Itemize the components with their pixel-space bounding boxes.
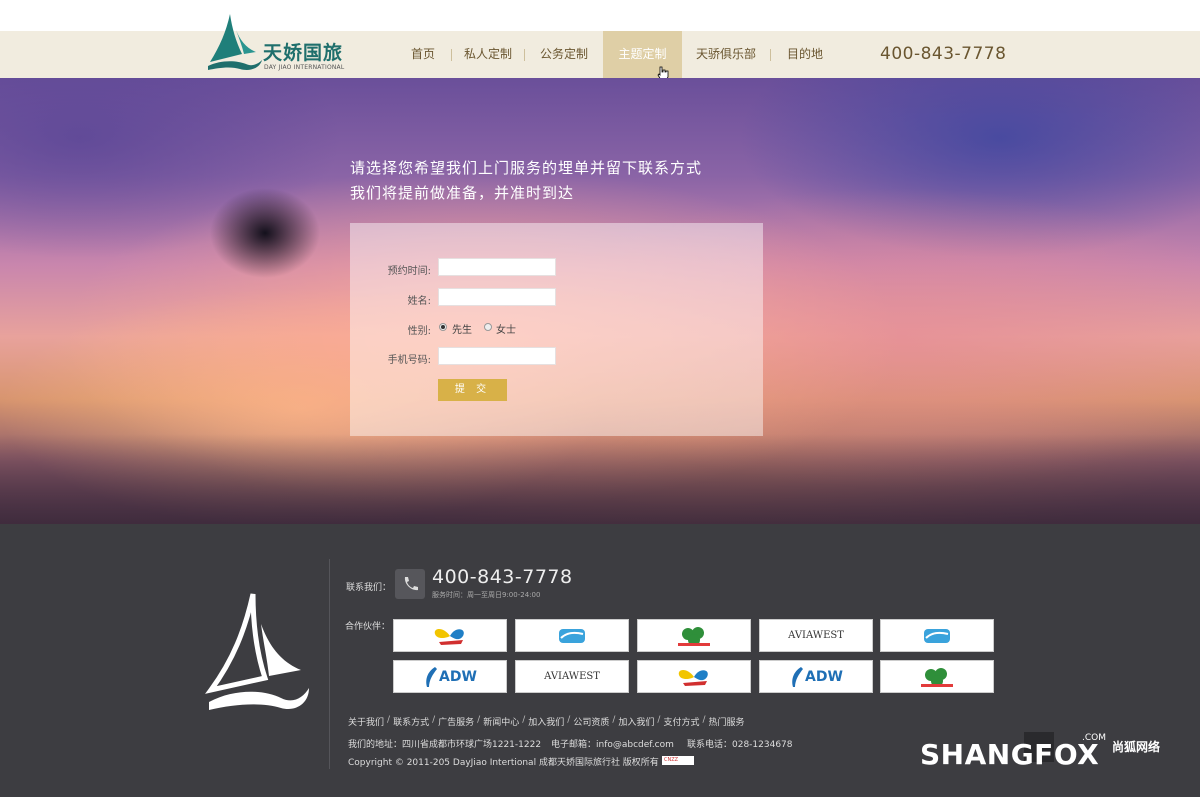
- footer-copyright: Copyright © 2011-205 DayJiao Intertional…: [348, 758, 659, 768]
- partner-text: ADW: [805, 668, 843, 685]
- service-hours: 服务时间：周一至周日9:00-24:00: [432, 591, 541, 599]
- partner-logo[interactable]: ADW: [393, 660, 507, 693]
- footer-link[interactable]: 新闻中心: [483, 715, 519, 728]
- footer-tel: 联系电话：028-1234678: [687, 740, 793, 750]
- nav-home[interactable]: 首页: [395, 31, 451, 78]
- brand-name-en: DAY JIAO INTERNATIONAL: [264, 64, 345, 71]
- watermark-cn: 尚狐网络: [1112, 740, 1161, 754]
- nav-destination[interactable]: 目的地: [771, 31, 839, 78]
- partner-logo[interactable]: [637, 660, 751, 693]
- gender-male-label: 先生: [452, 325, 472, 336]
- footer-email: 电子邮箱：info@abcdef.com: [551, 740, 674, 750]
- top-strip: [0, 0, 1200, 31]
- footer-link[interactable]: 联系方式: [393, 715, 429, 728]
- partner-logo[interactable]: [637, 619, 751, 652]
- footer-links: 关于我们 / 联系方式 / 广告服务 / 新闻中心 / 加入我们 / 公司资质 / 加入我们…: [348, 715, 745, 728]
- phone-icon: [395, 569, 425, 599]
- green-clover-logo-icon: [921, 667, 953, 687]
- gender-female-radio[interactable]: [484, 323, 492, 331]
- partners-label: 合作伙伴：: [345, 622, 391, 632]
- name-input[interactable]: [438, 288, 556, 306]
- blue-wave-logo-icon: [924, 628, 950, 643]
- mobile-label: 手机号码:: [387, 355, 431, 366]
- gender-male-radio[interactable]: [439, 323, 447, 331]
- nav-theme-custom[interactable]: 主题定制: [603, 31, 682, 78]
- footer-link[interactable]: 广告服务: [438, 715, 474, 728]
- partner-text: ADW: [439, 668, 477, 685]
- mobile-input[interactable]: [438, 347, 556, 365]
- nav-private-custom[interactable]: 私人定制: [452, 31, 524, 78]
- partner-logo[interactable]: [880, 619, 994, 652]
- partner-text: AVIAWEST: [544, 671, 600, 682]
- brand-name-cn: 天娇国旅: [263, 42, 344, 64]
- butterfly-logo-icon: [678, 669, 708, 686]
- blue-wave-logo-icon: [559, 628, 585, 643]
- footer-sailboat-logo-icon: [205, 593, 309, 710]
- feather-icon: [792, 666, 804, 687]
- footer-link[interactable]: 加入我们: [528, 715, 564, 728]
- gender-label: 性别:: [407, 326, 431, 337]
- footer-phone: 400-843-7778: [432, 566, 573, 588]
- partner-text: AVIAWEST: [788, 630, 844, 641]
- time-label: 预约时间:: [387, 266, 431, 277]
- butterfly-logo-icon: [434, 628, 464, 645]
- footer-link[interactable]: 关于我们: [348, 715, 384, 728]
- footer-divider: [329, 559, 330, 769]
- footer-link[interactable]: 加入我们: [618, 715, 654, 728]
- nav-club[interactable]: 天骄俱乐部: [682, 31, 770, 78]
- green-clover-logo-icon: [678, 626, 710, 646]
- contact-label: 联系我们：: [346, 583, 392, 593]
- feather-icon: [426, 666, 438, 687]
- gender-female-label: 女士: [496, 325, 516, 336]
- submit-button[interactable]: 提 交: [438, 379, 507, 401]
- watermark-text: SHANGFOX: [920, 738, 1100, 771]
- partner-logo[interactable]: ADW: [759, 660, 873, 693]
- partner-logo[interactable]: AVIAWEST: [515, 660, 629, 693]
- main-nav: 首页 私人定制 公务定制 主题定制 天骄俱乐部 目的地: [395, 31, 839, 78]
- partner-logo[interactable]: AVIAWEST: [759, 619, 873, 652]
- time-input[interactable]: [438, 258, 556, 276]
- watermark-com: .COM: [1082, 733, 1106, 743]
- name-label: 姓名:: [407, 296, 431, 307]
- footer-link[interactable]: 公司资质: [573, 715, 609, 728]
- cnzz-badge[interactable]: CNZZ: [662, 756, 694, 765]
- hero-shade: [0, 434, 1200, 524]
- hero-line-1: 请选择您希望我们上门服务的埋单并留下联系方式: [350, 159, 703, 177]
- partner-logo[interactable]: [880, 660, 994, 693]
- footer-address: 我们的地址：四川省成都市环球广场1221-1222: [348, 740, 542, 750]
- footer-link[interactable]: 支付方式: [663, 715, 699, 728]
- header-phone: 400-843-7778: [880, 44, 1007, 64]
- partner-logo[interactable]: [515, 619, 629, 652]
- partner-logo[interactable]: [393, 619, 507, 652]
- nav-business-custom[interactable]: 公务定制: [525, 31, 603, 78]
- hero-line-2: 我们将提前做准备，并准时到达: [350, 184, 575, 202]
- footer-link[interactable]: 热门服务: [709, 715, 745, 728]
